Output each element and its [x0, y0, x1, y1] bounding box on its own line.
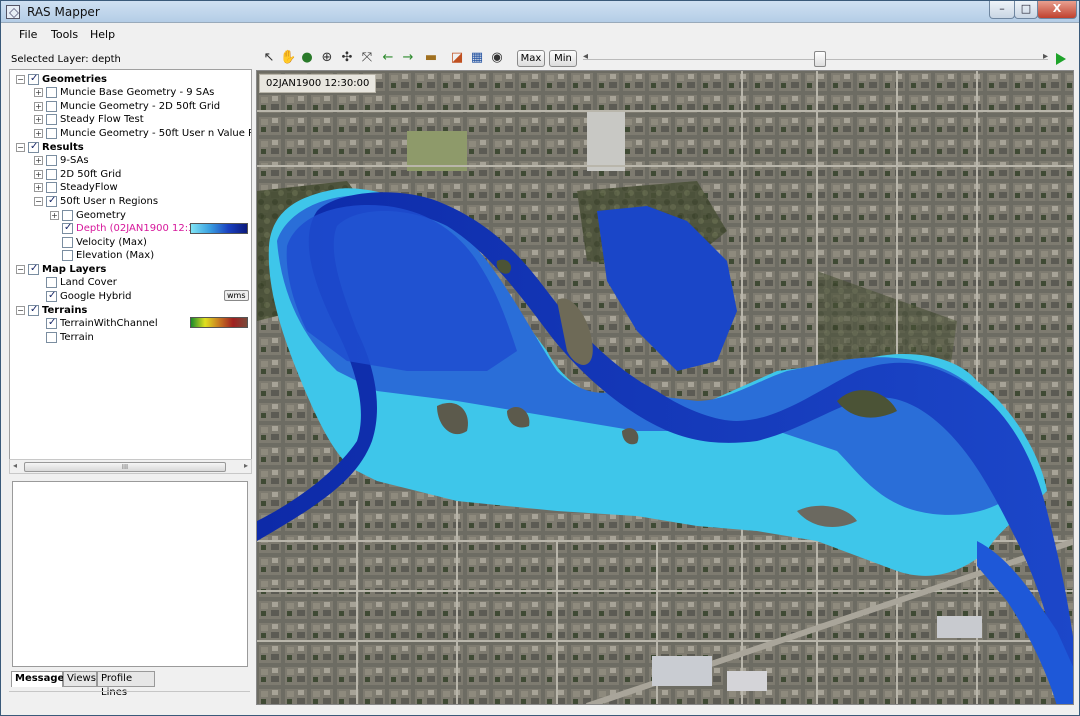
- tree-item[interactable]: + Muncie Geometry - 50ft User n Value Reg…: [34, 127, 251, 140]
- expand-icon[interactable]: +: [34, 114, 43, 124]
- layer-checkbox[interactable]: [62, 209, 73, 221]
- tree-item[interactable]: + SteadyFlow: [34, 181, 118, 194]
- layer-checkbox[interactable]: [46, 181, 57, 193]
- tree-item[interactable]: + Muncie Base Geometry - 9 SAs: [34, 86, 214, 99]
- expand-icon[interactable]: +: [34, 169, 43, 179]
- tree-item[interactable]: + Steady Flow Test: [34, 113, 144, 126]
- menu-tools[interactable]: Tools: [51, 28, 78, 41]
- layer-checkbox[interactable]: [46, 331, 57, 343]
- tree-item[interactable]: Terrain: [46, 331, 94, 344]
- expand-icon[interactable]: +: [34, 182, 43, 192]
- collapse-icon[interactable]: −: [16, 305, 25, 315]
- tree-item[interactable]: + Geometry: [50, 209, 126, 222]
- collapse-icon[interactable]: −: [16, 74, 25, 84]
- layer-checkbox[interactable]: [62, 236, 73, 248]
- layer-checkbox[interactable]: [46, 289, 57, 302]
- layer-tree: −Geometries +Muncie Base Geometry - 9 SA…: [9, 69, 252, 474]
- slider-left-icon[interactable]: ◂: [583, 51, 588, 62]
- window-title: RAS Mapper: [27, 5, 100, 19]
- scroll-left-icon[interactable]: ◂: [13, 461, 17, 470]
- app-icon: [6, 5, 20, 19]
- globe-icon[interactable]: ●: [299, 50, 315, 66]
- tree-item[interactable]: + Muncie Geometry - 2D 50ft Grid: [34, 100, 220, 113]
- layer-checkbox[interactable]: [46, 276, 57, 288]
- layer-checkbox[interactable]: [46, 86, 57, 98]
- back-arrow-icon[interactable]: ←: [380, 50, 396, 66]
- layer-checkbox[interactable]: [46, 168, 57, 180]
- identify-icon[interactable]: ◉: [489, 50, 505, 66]
- tree-geometries[interactable]: −Geometries: [16, 72, 107, 86]
- ras-mapper-window: RAS Mapper – □ X File Tools Help Selecte…: [0, 0, 1080, 716]
- layer-checkbox[interactable]: [46, 316, 57, 329]
- layer-checkbox[interactable]: [62, 249, 73, 261]
- forward-arrow-icon[interactable]: →: [400, 50, 416, 66]
- tree-item[interactable]: Google Hybrid: [46, 289, 131, 303]
- tree-horizontal-scrollbar[interactable]: ◂ III ▸: [9, 459, 252, 474]
- wms-badge[interactable]: wms: [224, 290, 249, 301]
- depth-color-ramp: [190, 223, 248, 234]
- tree-item[interactable]: +9-SAs: [34, 154, 89, 167]
- min-button[interactable]: Min: [549, 50, 577, 67]
- time-slider[interactable]: ◂ ▸: [583, 51, 1048, 67]
- geometries-checkbox[interactable]: [28, 72, 39, 85]
- minimize-button[interactable]: –: [989, 1, 1015, 19]
- zoom-fit-icon[interactable]: ✣: [339, 50, 355, 66]
- tree-item[interactable]: Land Cover: [46, 276, 117, 289]
- pointer-icon[interactable]: ↖: [261, 50, 277, 66]
- expand-icon[interactable]: +: [34, 87, 43, 97]
- scroll-right-icon[interactable]: ▸: [244, 461, 248, 470]
- results-checkbox[interactable]: [28, 140, 39, 153]
- status-bar: [9, 691, 250, 707]
- slider-thumb[interactable]: [814, 51, 826, 67]
- layer-checkbox[interactable]: [46, 154, 57, 166]
- selected-layer-label: Selected Layer: depth: [11, 54, 121, 65]
- tab-profile-lines[interactable]: Profile Lines: [97, 671, 155, 698]
- full-extent-icon[interactable]: ⤧: [359, 50, 375, 66]
- expand-icon[interactable]: +: [50, 210, 59, 220]
- map-canvas[interactable]: [257, 71, 1074, 705]
- maximize-button[interactable]: □: [1014, 1, 1038, 19]
- tree-item[interactable]: −50ft User n Regions: [34, 194, 158, 208]
- messages-panel: [12, 481, 248, 667]
- map-layers-checkbox[interactable]: [28, 262, 39, 275]
- map-timestamp: 02JAN1900 12:30:00: [259, 74, 377, 93]
- title-bar: RAS Mapper – □ X: [1, 1, 1079, 23]
- slider-right-icon[interactable]: ▸: [1043, 51, 1048, 62]
- collapse-icon[interactable]: −: [16, 264, 25, 274]
- scrollbar-thumb[interactable]: III: [24, 462, 226, 472]
- tree-map-layers[interactable]: −Map Layers: [16, 262, 106, 276]
- menu-file[interactable]: File: [19, 28, 37, 41]
- terrain-color-ramp: [190, 317, 248, 328]
- max-button[interactable]: Max: [517, 50, 545, 67]
- measure-icon[interactable]: ▬: [423, 50, 439, 66]
- layer-checkbox[interactable]: [46, 127, 57, 139]
- tree-results[interactable]: −Results: [16, 140, 84, 154]
- tab-views[interactable]: Views: [63, 671, 97, 687]
- tab-messages[interactable]: Messages: [11, 671, 70, 687]
- tree-item[interactable]: TerrainWithChannel: [46, 316, 158, 330]
- tree-item[interactable]: Elevation (Max): [62, 249, 154, 262]
- map-view[interactable]: [256, 70, 1074, 705]
- expand-icon[interactable]: +: [34, 128, 43, 138]
- layer-checkbox[interactable]: [46, 194, 57, 207]
- terrains-checkbox[interactable]: [28, 303, 39, 316]
- collapse-icon[interactable]: −: [16, 142, 25, 152]
- layer-checkbox[interactable]: [46, 113, 57, 125]
- expand-icon[interactable]: +: [34, 101, 43, 111]
- pan-hand-icon[interactable]: ✋: [280, 50, 296, 66]
- layer-checkbox[interactable]: [62, 221, 73, 234]
- tree-item[interactable]: Velocity (Max): [62, 236, 147, 249]
- tree-item[interactable]: +2D 50ft Grid: [34, 168, 121, 181]
- layer-checkbox[interactable]: [46, 100, 57, 112]
- close-button[interactable]: X: [1037, 1, 1077, 19]
- zoom-in-icon[interactable]: ⊕: [319, 50, 335, 66]
- menu-help[interactable]: Help: [90, 28, 115, 41]
- collapse-icon[interactable]: −: [34, 196, 43, 206]
- expand-icon[interactable]: +: [34, 155, 43, 165]
- profile-icon[interactable]: ◪: [449, 50, 465, 66]
- menu-bar: File Tools Help: [1, 24, 1079, 46]
- play-icon[interactable]: [1056, 53, 1066, 65]
- layer-icon[interactable]: ▦: [469, 50, 485, 66]
